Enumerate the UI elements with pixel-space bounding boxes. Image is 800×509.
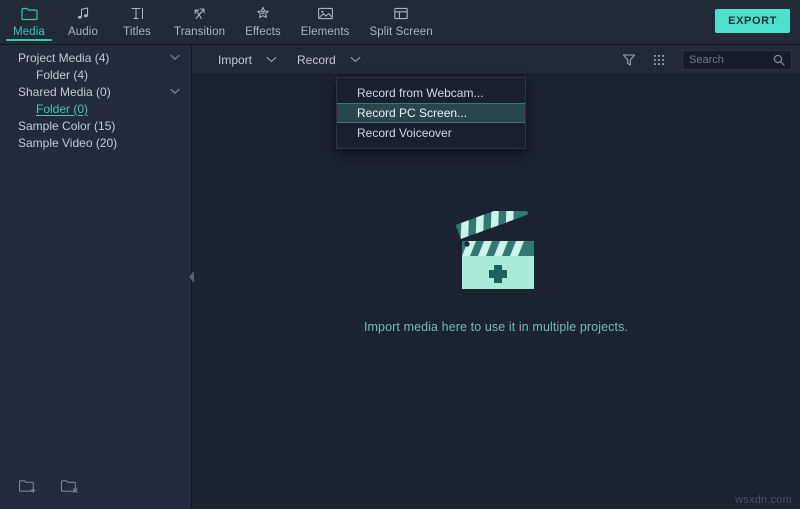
tab-effects[interactable]: Effects: [235, 0, 291, 45]
grid-view-icon[interactable]: [646, 48, 672, 72]
export-button[interactable]: EXPORT: [715, 9, 790, 33]
tab-media[interactable]: Media: [2, 0, 56, 45]
delete-folder-icon[interactable]: [58, 475, 82, 497]
text-cursor-icon: [129, 4, 145, 23]
image-icon: [317, 4, 334, 23]
split-screen-icon: [393, 4, 409, 23]
transition-arrows-icon: [192, 4, 208, 23]
record-dropdown-menu: Record from Webcam... Record PC Screen..…: [336, 77, 526, 149]
tab-titles[interactable]: Titles: [110, 0, 164, 45]
tab-elements[interactable]: Elements: [291, 0, 360, 45]
record-button[interactable]: Record: [287, 47, 371, 73]
sidebar-item-shared-folder[interactable]: Folder (0): [0, 100, 191, 117]
sidebar-item-label: Project Media (4): [18, 51, 169, 65]
tab-label: Elements: [301, 25, 350, 39]
media-toolbar: Import Record: [192, 45, 800, 75]
new-folder-icon[interactable]: [16, 475, 40, 497]
tab-label: Effects: [245, 25, 281, 39]
sidebar-item-label: Sample Color (15): [18, 119, 169, 133]
sidebar-item-label: Shared Media (0): [18, 85, 169, 99]
sidebar-item-sample-video[interactable]: Sample Video (20): [0, 134, 191, 151]
tab-audio[interactable]: Audio: [56, 0, 110, 45]
active-tab-underline: [6, 39, 52, 41]
sidebar-item-label: Folder (4): [36, 68, 169, 82]
chevron-down-icon[interactable]: [169, 86, 181, 98]
tab-transition[interactable]: Transition: [164, 0, 235, 45]
chevron-down-icon[interactable]: [350, 56, 361, 63]
clapperboard-add-icon: [448, 211, 544, 302]
top-tab-bar: Media Audio Titles: [0, 0, 800, 45]
import-button[interactable]: Import: [208, 47, 287, 73]
chevron-down-icon[interactable]: [169, 52, 181, 64]
sidebar-item-label: Sample Video (20): [18, 136, 169, 150]
tab-label: Titles: [123, 25, 151, 39]
menu-item-record-voiceover[interactable]: Record Voiceover: [337, 123, 525, 143]
media-panel-window: Media Audio Titles: [0, 0, 800, 509]
folder-icon: [21, 4, 38, 23]
filter-icon[interactable]: [616, 48, 642, 72]
import-label: Import: [218, 53, 252, 67]
tab-label: Audio: [68, 25, 98, 39]
media-library-sidebar: Project Media (4) Folder (4) Shared Medi…: [0, 45, 192, 509]
tab-list: Media Audio Titles: [0, 0, 443, 45]
sidebar-item-project-folder[interactable]: Folder (4): [0, 66, 191, 83]
music-note-icon: [76, 4, 91, 23]
empty-state-text: Import media here to use it in multiple …: [364, 320, 628, 334]
watermark: wsxdn.com: [735, 494, 792, 506]
menu-item-record-pc-screen[interactable]: Record PC Screen...: [337, 103, 525, 123]
media-folder-tree: Project Media (4) Folder (4) Shared Medi…: [0, 45, 191, 463]
menu-item-record-from-webcam[interactable]: Record from Webcam...: [337, 83, 525, 103]
chevron-down-icon[interactable]: [266, 56, 277, 63]
sidebar-item-label: Folder (0): [36, 102, 169, 116]
sidebar-item-shared-media[interactable]: Shared Media (0): [0, 83, 191, 100]
collapse-panel-handle[interactable]: [187, 264, 195, 290]
search-box[interactable]: [682, 50, 792, 70]
sidebar-item-sample-color[interactable]: Sample Color (15): [0, 117, 191, 134]
record-label: Record: [297, 53, 336, 67]
tab-label: Split Screen: [369, 25, 432, 39]
sidebar-footer-actions: [0, 463, 191, 509]
search-input[interactable]: [689, 54, 773, 66]
sparkle-icon: [255, 4, 271, 23]
sidebar-item-project-media[interactable]: Project Media (4): [0, 49, 191, 66]
tab-label: Media: [13, 25, 45, 39]
search-icon[interactable]: [773, 54, 785, 66]
tab-label: Transition: [174, 25, 225, 39]
tab-split-screen[interactable]: Split Screen: [359, 0, 442, 45]
